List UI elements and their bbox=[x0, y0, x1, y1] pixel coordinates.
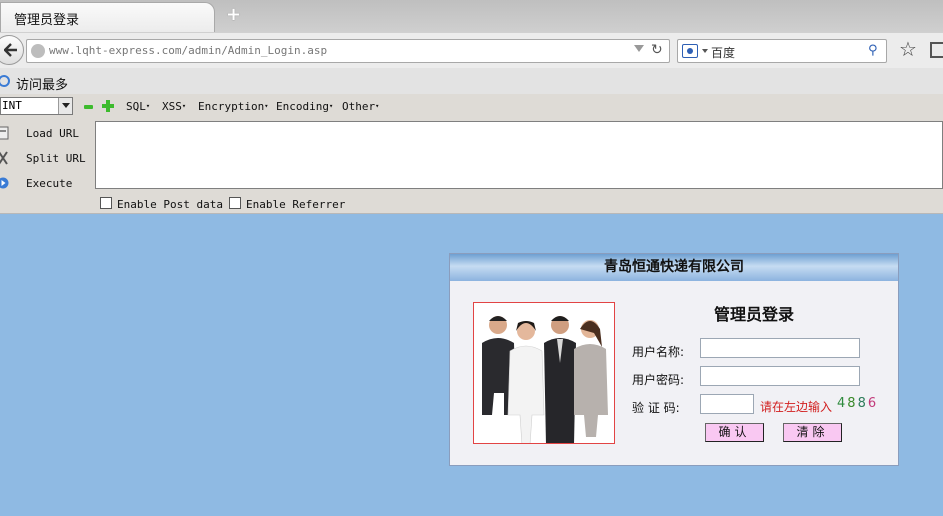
menu-encryption[interactable]: Encryption▾ bbox=[198, 100, 268, 113]
hackbar-panel: INT SQL▾ XSS▾ Encryption▾ Encoding▾ Othe… bbox=[0, 94, 943, 214]
menu-other[interactable]: Other▾ bbox=[342, 100, 379, 113]
panel-header: 青岛恒通快递有限公司 bbox=[450, 254, 898, 281]
team-photo-image bbox=[474, 303, 614, 443]
confirm-button[interactable]: 确认 bbox=[705, 423, 764, 442]
staff-photo bbox=[473, 302, 615, 444]
most-visited-icon bbox=[0, 75, 10, 87]
load-url-label: Load URL bbox=[26, 127, 79, 140]
menu-xss[interactable]: XSS▾ bbox=[162, 100, 186, 113]
type-select-value: INT bbox=[2, 99, 22, 112]
captcha-hint: 请在左边输入 bbox=[760, 400, 833, 414]
referrer-checkbox-box[interactable] bbox=[229, 197, 241, 209]
captcha-digit: 8 bbox=[847, 396, 858, 411]
execute-button[interactable]: Execute bbox=[0, 174, 90, 194]
load-url-button[interactable]: Load URL bbox=[0, 124, 90, 144]
engine-dropdown-icon[interactable] bbox=[702, 49, 708, 53]
captcha-digit: 4 bbox=[837, 396, 848, 411]
reload-icon[interactable]: ↻ bbox=[651, 42, 663, 58]
globe-icon bbox=[31, 44, 45, 58]
tab-admin-login[interactable]: 管理员登录 bbox=[0, 2, 215, 32]
login-panel: 青岛恒通快递有限公司 管理员登录 用户名称: 用户密码: 验 证 码: 请在左边… bbox=[449, 253, 899, 466]
back-arrow-icon bbox=[4, 43, 17, 57]
enable-post-label: Enable Post data bbox=[117, 198, 223, 211]
split-url-icon bbox=[0, 151, 8, 165]
captcha-image: 4886 bbox=[837, 396, 878, 411]
url-host: www.lqht-express.com bbox=[49, 44, 182, 57]
decrease-icon[interactable] bbox=[84, 105, 93, 109]
address-bar[interactable]: www.lqht-express.com/admin/Admin_Login.a… bbox=[26, 39, 670, 63]
enable-referrer-label: Enable Referrer bbox=[246, 198, 346, 211]
url-path: /admin/Admin_Login.asp bbox=[181, 44, 328, 57]
captcha-digit: 8 bbox=[857, 396, 868, 411]
company-name: 青岛恒通快递有限公司 bbox=[604, 259, 744, 275]
menu-encoding[interactable]: Encoding▾ bbox=[276, 100, 333, 113]
execute-label: Execute bbox=[26, 177, 73, 190]
split-url-label: Split URL bbox=[26, 152, 86, 165]
type-select[interactable]: INT bbox=[0, 97, 73, 115]
password-input[interactable] bbox=[700, 366, 860, 386]
password-label: 用户密码: bbox=[632, 373, 685, 387]
captcha-label: 验 证 码: bbox=[632, 401, 680, 415]
library-icon[interactable] bbox=[930, 42, 943, 58]
execute-icon bbox=[0, 177, 9, 189]
search-bar[interactable]: 百度 ⚲ bbox=[677, 39, 887, 63]
menu-encoding-label: Encoding bbox=[276, 100, 329, 113]
increase-icon[interactable] bbox=[102, 100, 114, 112]
captcha-input[interactable] bbox=[700, 394, 754, 414]
username-input[interactable] bbox=[700, 338, 860, 358]
bookmarks-toolbar: 访问最多 bbox=[0, 68, 943, 94]
menu-other-label: Other bbox=[342, 100, 376, 113]
login-title: 管理员登录 bbox=[714, 305, 795, 324]
chevron-down-icon bbox=[58, 98, 72, 114]
post-checkbox-box[interactable] bbox=[100, 197, 112, 209]
tab-title: 管理员登录 bbox=[14, 13, 80, 28]
search-engine-icon[interactable] bbox=[682, 44, 698, 58]
menu-encryption-label: Encryption bbox=[198, 100, 265, 113]
navigation-bar: www.lqht-express.com/admin/Admin_Login.a… bbox=[0, 32, 943, 68]
clear-button[interactable]: 清除 bbox=[783, 423, 842, 442]
new-tab-button[interactable]: + bbox=[226, 4, 244, 25]
hackbar-url-textarea[interactable] bbox=[95, 121, 943, 189]
bookmark-most-visited[interactable]: 访问最多 bbox=[16, 74, 68, 93]
menu-xss-label: XSS bbox=[162, 100, 182, 113]
url-text[interactable]: www.lqht-express.com/admin/Admin_Login.a… bbox=[49, 44, 327, 57]
tab-strip: 管理员登录 + bbox=[0, 0, 943, 32]
load-url-icon bbox=[0, 126, 9, 140]
menu-sql[interactable]: SQL▾ bbox=[126, 100, 150, 113]
menu-sql-label: SQL bbox=[126, 100, 146, 113]
username-label: 用户名称: bbox=[632, 345, 685, 359]
search-placeholder: 百度 bbox=[711, 46, 736, 60]
search-icon[interactable]: ⚲ bbox=[868, 43, 878, 58]
captcha-digit: 6 bbox=[867, 396, 879, 411]
history-dropdown-icon[interactable] bbox=[634, 45, 644, 52]
split-url-button[interactable]: Split URL bbox=[0, 149, 90, 169]
back-button[interactable] bbox=[0, 35, 24, 65]
bookmark-star-icon[interactable]: ☆ bbox=[899, 39, 917, 59]
